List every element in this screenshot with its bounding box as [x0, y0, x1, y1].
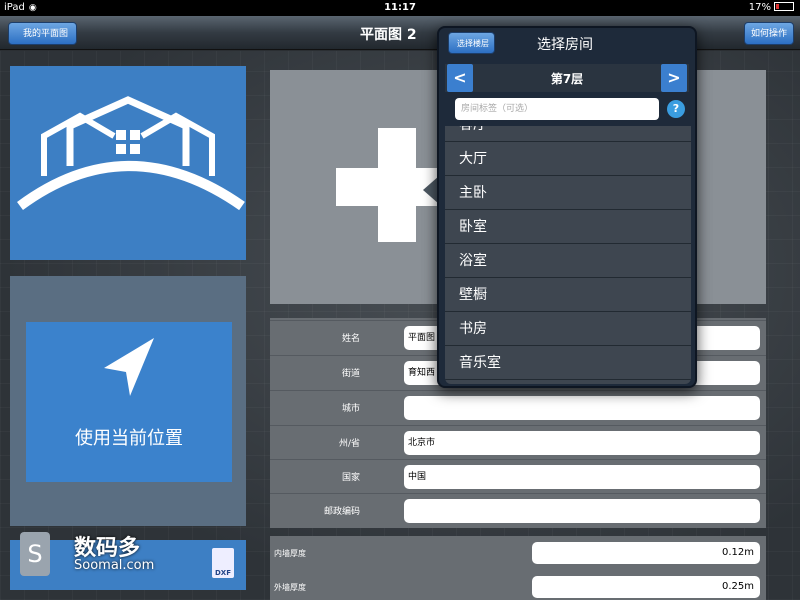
city-field[interactable]	[404, 396, 760, 420]
form-row-city: 城市	[270, 390, 766, 424]
city-label: 城市	[341, 404, 360, 414]
room-item[interactable]: 客厅	[445, 126, 691, 142]
app-logo	[10, 66, 246, 260]
country-label: 国家	[341, 473, 360, 483]
country-field[interactable]: 中国	[404, 465, 760, 489]
status-time: 11:17	[384, 2, 416, 13]
outer-wall-field[interactable]: 0.25m	[532, 576, 760, 598]
status-bar: iPad ◉ 11:17 17%	[0, 0, 800, 16]
inner-wall-field[interactable]: 0.12m	[532, 542, 760, 564]
popover-header: 选择楼层 选择房间	[439, 28, 695, 60]
room-label-input[interactable]: 房间标签（可选）	[455, 98, 659, 120]
house-icon	[17, 96, 245, 211]
outer-wall-label: 外墙厚度	[274, 583, 306, 592]
room-item[interactable]: 主卧	[445, 176, 691, 210]
battery-icon	[774, 2, 794, 11]
select-room-popover: 选择楼层 选择房间 < 第7层 > 房间标签（可选） ? 客厅 大厅 主卧 卧室…	[437, 26, 697, 388]
room-item[interactable]: 音乐室	[445, 346, 691, 380]
add-photo-icon-vertical[interactable]	[378, 128, 416, 242]
battery-percent: 17%	[748, 2, 771, 13]
street-label: 街道	[341, 369, 360, 379]
room-item[interactable]: 书房	[445, 312, 691, 346]
floor-label: 第7层	[550, 72, 584, 86]
dxf-export-icon[interactable]: DXF	[212, 548, 234, 578]
form-row-postal: 邮政编码	[270, 493, 766, 527]
state-label: 州/省	[338, 439, 360, 449]
location-arrow-icon	[104, 338, 154, 396]
page-title: 平面图 2	[360, 27, 417, 43]
select-floor-button[interactable]: 选择楼层	[448, 32, 495, 54]
room-list[interactable]: 客厅 大厅 主卧 卧室 浴室 壁橱 书房 音乐室	[445, 126, 691, 384]
form-row-state: 州/省 北京市	[270, 425, 766, 459]
room-item[interactable]: 壁橱	[445, 278, 691, 312]
postal-label: 邮政编码	[323, 507, 360, 517]
name-label: 姓名	[341, 334, 360, 344]
help-icon[interactable]: ?	[667, 100, 685, 118]
inner-wall-label: 内墙厚度	[274, 549, 306, 558]
use-current-location-label: 使用当前位置	[75, 428, 183, 449]
watermark-en: Soomal.com	[74, 558, 155, 573]
room-item[interactable]: 卧室	[445, 210, 691, 244]
use-current-location-button[interactable]: 使用当前位置	[26, 322, 232, 482]
form-row-country: 国家 中国	[270, 459, 766, 493]
outer-wall-row: 外墙厚度 0.25m	[270, 572, 766, 600]
popover-title: 选择房间	[537, 37, 593, 53]
watermark: 数码多 Soomal.com	[28, 530, 154, 573]
room-item[interactable]: 浴室	[445, 244, 691, 278]
room-item[interactable]: 大厅	[445, 142, 691, 176]
state-field[interactable]: 北京市	[404, 431, 760, 455]
postal-field[interactable]	[404, 499, 760, 523]
next-floor-button[interactable]: >	[661, 64, 687, 92]
inner-wall-row: 内墙厚度 0.12m	[270, 538, 766, 570]
how-to-button[interactable]: 如何操作	[743, 22, 794, 45]
back-button[interactable]: 我的平面图	[8, 22, 78, 45]
